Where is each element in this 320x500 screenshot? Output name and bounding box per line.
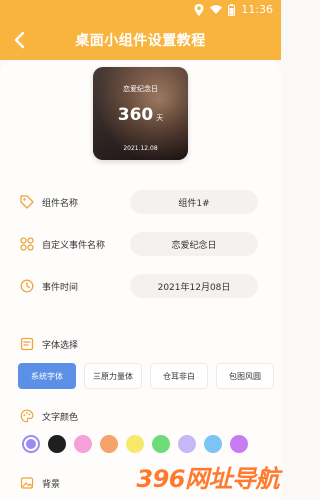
widget-name-field[interactable]: 组件1#	[130, 190, 258, 214]
font-section-label: 字体选择	[20, 337, 78, 351]
preview-days-unit: 天	[156, 114, 164, 122]
preview-date: 2021.12.08	[123, 145, 158, 152]
color-swatch-6[interactable]	[152, 435, 170, 453]
color-section-label: 文字颜色	[20, 409, 78, 423]
color-swatches	[22, 435, 248, 453]
event-name-field[interactable]: 恋爱纪念日	[130, 232, 258, 256]
status-time: 11:36	[241, 3, 273, 16]
palette-icon	[20, 409, 34, 423]
font-option-system[interactable]: 系统字体	[18, 363, 76, 389]
font-options: 系统字体 三原力量体 仓耳非白 包图风圆	[18, 363, 274, 389]
event-time-text: 事件时间	[42, 282, 79, 293]
battery-icon	[228, 3, 236, 16]
event-time-field[interactable]: 2021年12月08日	[130, 274, 258, 298]
background-section-text: 背景	[42, 479, 61, 490]
event-name-label: 自定义事件名称	[20, 237, 105, 251]
preview-days: 360 天	[93, 105, 188, 125]
grid-icon	[20, 237, 34, 251]
widget-preview: 恋爱纪念日 360 天 2021.12.08	[93, 67, 188, 160]
watermark-logo: 396网址导航	[136, 465, 279, 493]
preview-days-count: 360	[117, 105, 154, 125]
font-option-3[interactable]: 仓耳非白	[150, 363, 208, 389]
document-icon	[20, 337, 34, 351]
background-section-label: 背景	[20, 476, 60, 490]
event-name-text: 自定义事件名称	[42, 240, 106, 251]
widget-name-text: 组件名称	[42, 198, 79, 209]
color-section-text: 文字颜色	[42, 412, 79, 423]
color-swatch-9[interactable]	[230, 435, 248, 453]
image-icon	[20, 477, 34, 489]
font-option-4[interactable]: 包图风圆	[216, 363, 274, 389]
app-header: 桌面小组件设置教程	[0, 20, 281, 60]
color-swatch-3[interactable]	[74, 435, 92, 453]
preview-event-name: 恋爱纪念日	[123, 85, 158, 93]
font-section-text: 字体选择	[42, 340, 79, 351]
color-swatch-5[interactable]	[126, 435, 144, 453]
color-swatch-7[interactable]	[178, 435, 196, 453]
color-swatch-1[interactable]	[22, 435, 40, 453]
color-swatch-8[interactable]	[204, 435, 222, 453]
clock-icon	[20, 279, 34, 293]
font-option-2[interactable]: 三原力量体	[84, 363, 142, 389]
color-swatch-4[interactable]	[100, 435, 118, 453]
location-icon	[194, 3, 204, 16]
event-time-label: 事件时间	[20, 279, 78, 293]
widget-name-label: 组件名称	[20, 195, 78, 209]
color-swatch-2[interactable]	[48, 435, 66, 453]
wifi-icon	[210, 4, 223, 14]
page-title: 桌面小组件设置教程	[75, 33, 206, 49]
status-bar: 11:36	[0, 0, 281, 20]
tag-icon	[20, 195, 34, 209]
